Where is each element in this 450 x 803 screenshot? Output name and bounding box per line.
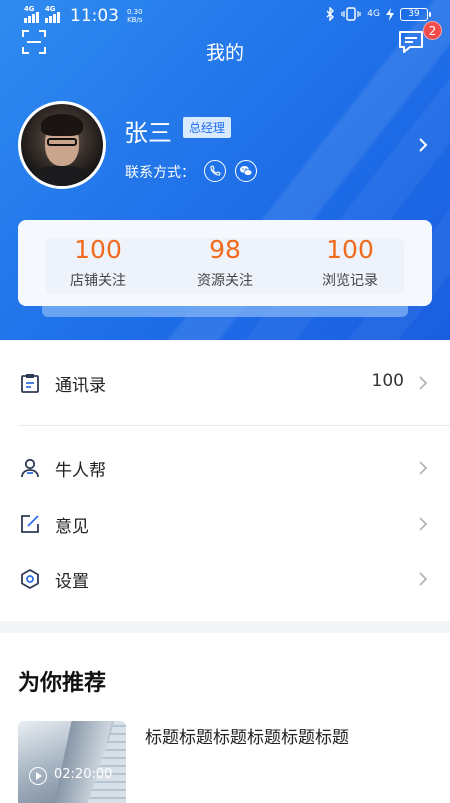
menu-item-settings[interactable]: 设置: [0, 553, 450, 605]
charging-icon: [386, 7, 394, 21]
bluetooth-icon: [326, 7, 335, 21]
stat-label: 资源关注: [197, 273, 253, 289]
chevron-right-icon: [419, 572, 428, 586]
divider: [18, 425, 450, 426]
video-thumbnail[interactable]: 02:20:00: [18, 721, 126, 803]
menu-label: 牛人帮: [55, 461, 106, 481]
menu-label: 设置: [55, 572, 89, 592]
message-icon[interactable]: [398, 30, 424, 54]
clipboard-icon: [21, 374, 39, 393]
user-name: 张三: [124, 119, 172, 147]
chevron-right-icon[interactable]: [416, 137, 430, 153]
menu-label: 通讯录: [55, 376, 106, 396]
phone-icon[interactable]: [204, 160, 226, 182]
stat-label: 店铺关注: [70, 273, 126, 289]
contacts-count: 100: [371, 371, 404, 391]
user-icon: [21, 458, 39, 478]
stat-store-follows[interactable]: 100 店铺关注: [28, 234, 168, 290]
video-title[interactable]: 标题标题标题标题标题标题: [145, 723, 349, 748]
status-bar: 4G 4G 11:03 0.30 KB/s 4G 39: [0, 0, 450, 30]
menu-item-niurenbang[interactable]: 牛人帮: [0, 442, 450, 494]
signal-strength-icon: 4G: [24, 5, 39, 23]
video-duration: 02:20:00: [54, 767, 113, 782]
play-icon: [29, 767, 47, 785]
section-separator: [0, 621, 450, 633]
signal-strength-icon-2: 4G: [45, 5, 60, 23]
recommend-heading: 为你推荐: [18, 671, 107, 696]
stat-value: 98: [209, 235, 241, 264]
menu-label: 意见: [55, 517, 89, 537]
menu-item-contacts[interactable]: 通讯录 100: [0, 357, 450, 409]
stats-card: 100 店铺关注 98 资源关注 100 浏览记录: [18, 220, 432, 306]
network-speed: 0.30 KB/s: [127, 8, 143, 24]
clock: 11:03: [70, 6, 119, 26]
stat-label: 浏览记录: [322, 273, 378, 289]
message-count-badge: 2: [423, 21, 442, 40]
edit-icon: [21, 515, 39, 533]
settings-hexagon-icon: [21, 569, 39, 589]
wechat-icon[interactable]: [235, 160, 257, 182]
chevron-right-icon: [419, 517, 428, 531]
stat-value: 100: [326, 235, 374, 264]
network-type: 4G: [367, 9, 380, 19]
contact-label: 联系方式：: [125, 165, 195, 181]
chevron-right-icon: [419, 461, 428, 475]
role-badge: 总经理: [183, 117, 232, 138]
battery-icon: 39: [400, 7, 431, 21]
stat-browsing-history[interactable]: 100 浏览记录: [280, 234, 420, 290]
avatar[interactable]: [18, 101, 106, 189]
vibrate-icon: [341, 7, 361, 21]
stat-resource-follows[interactable]: 98 资源关注: [155, 234, 295, 290]
stat-value: 100: [74, 235, 122, 264]
menu-item-feedback[interactable]: 意见: [0, 498, 450, 550]
page-title: 我的: [205, 42, 244, 64]
chevron-right-icon: [419, 376, 428, 390]
